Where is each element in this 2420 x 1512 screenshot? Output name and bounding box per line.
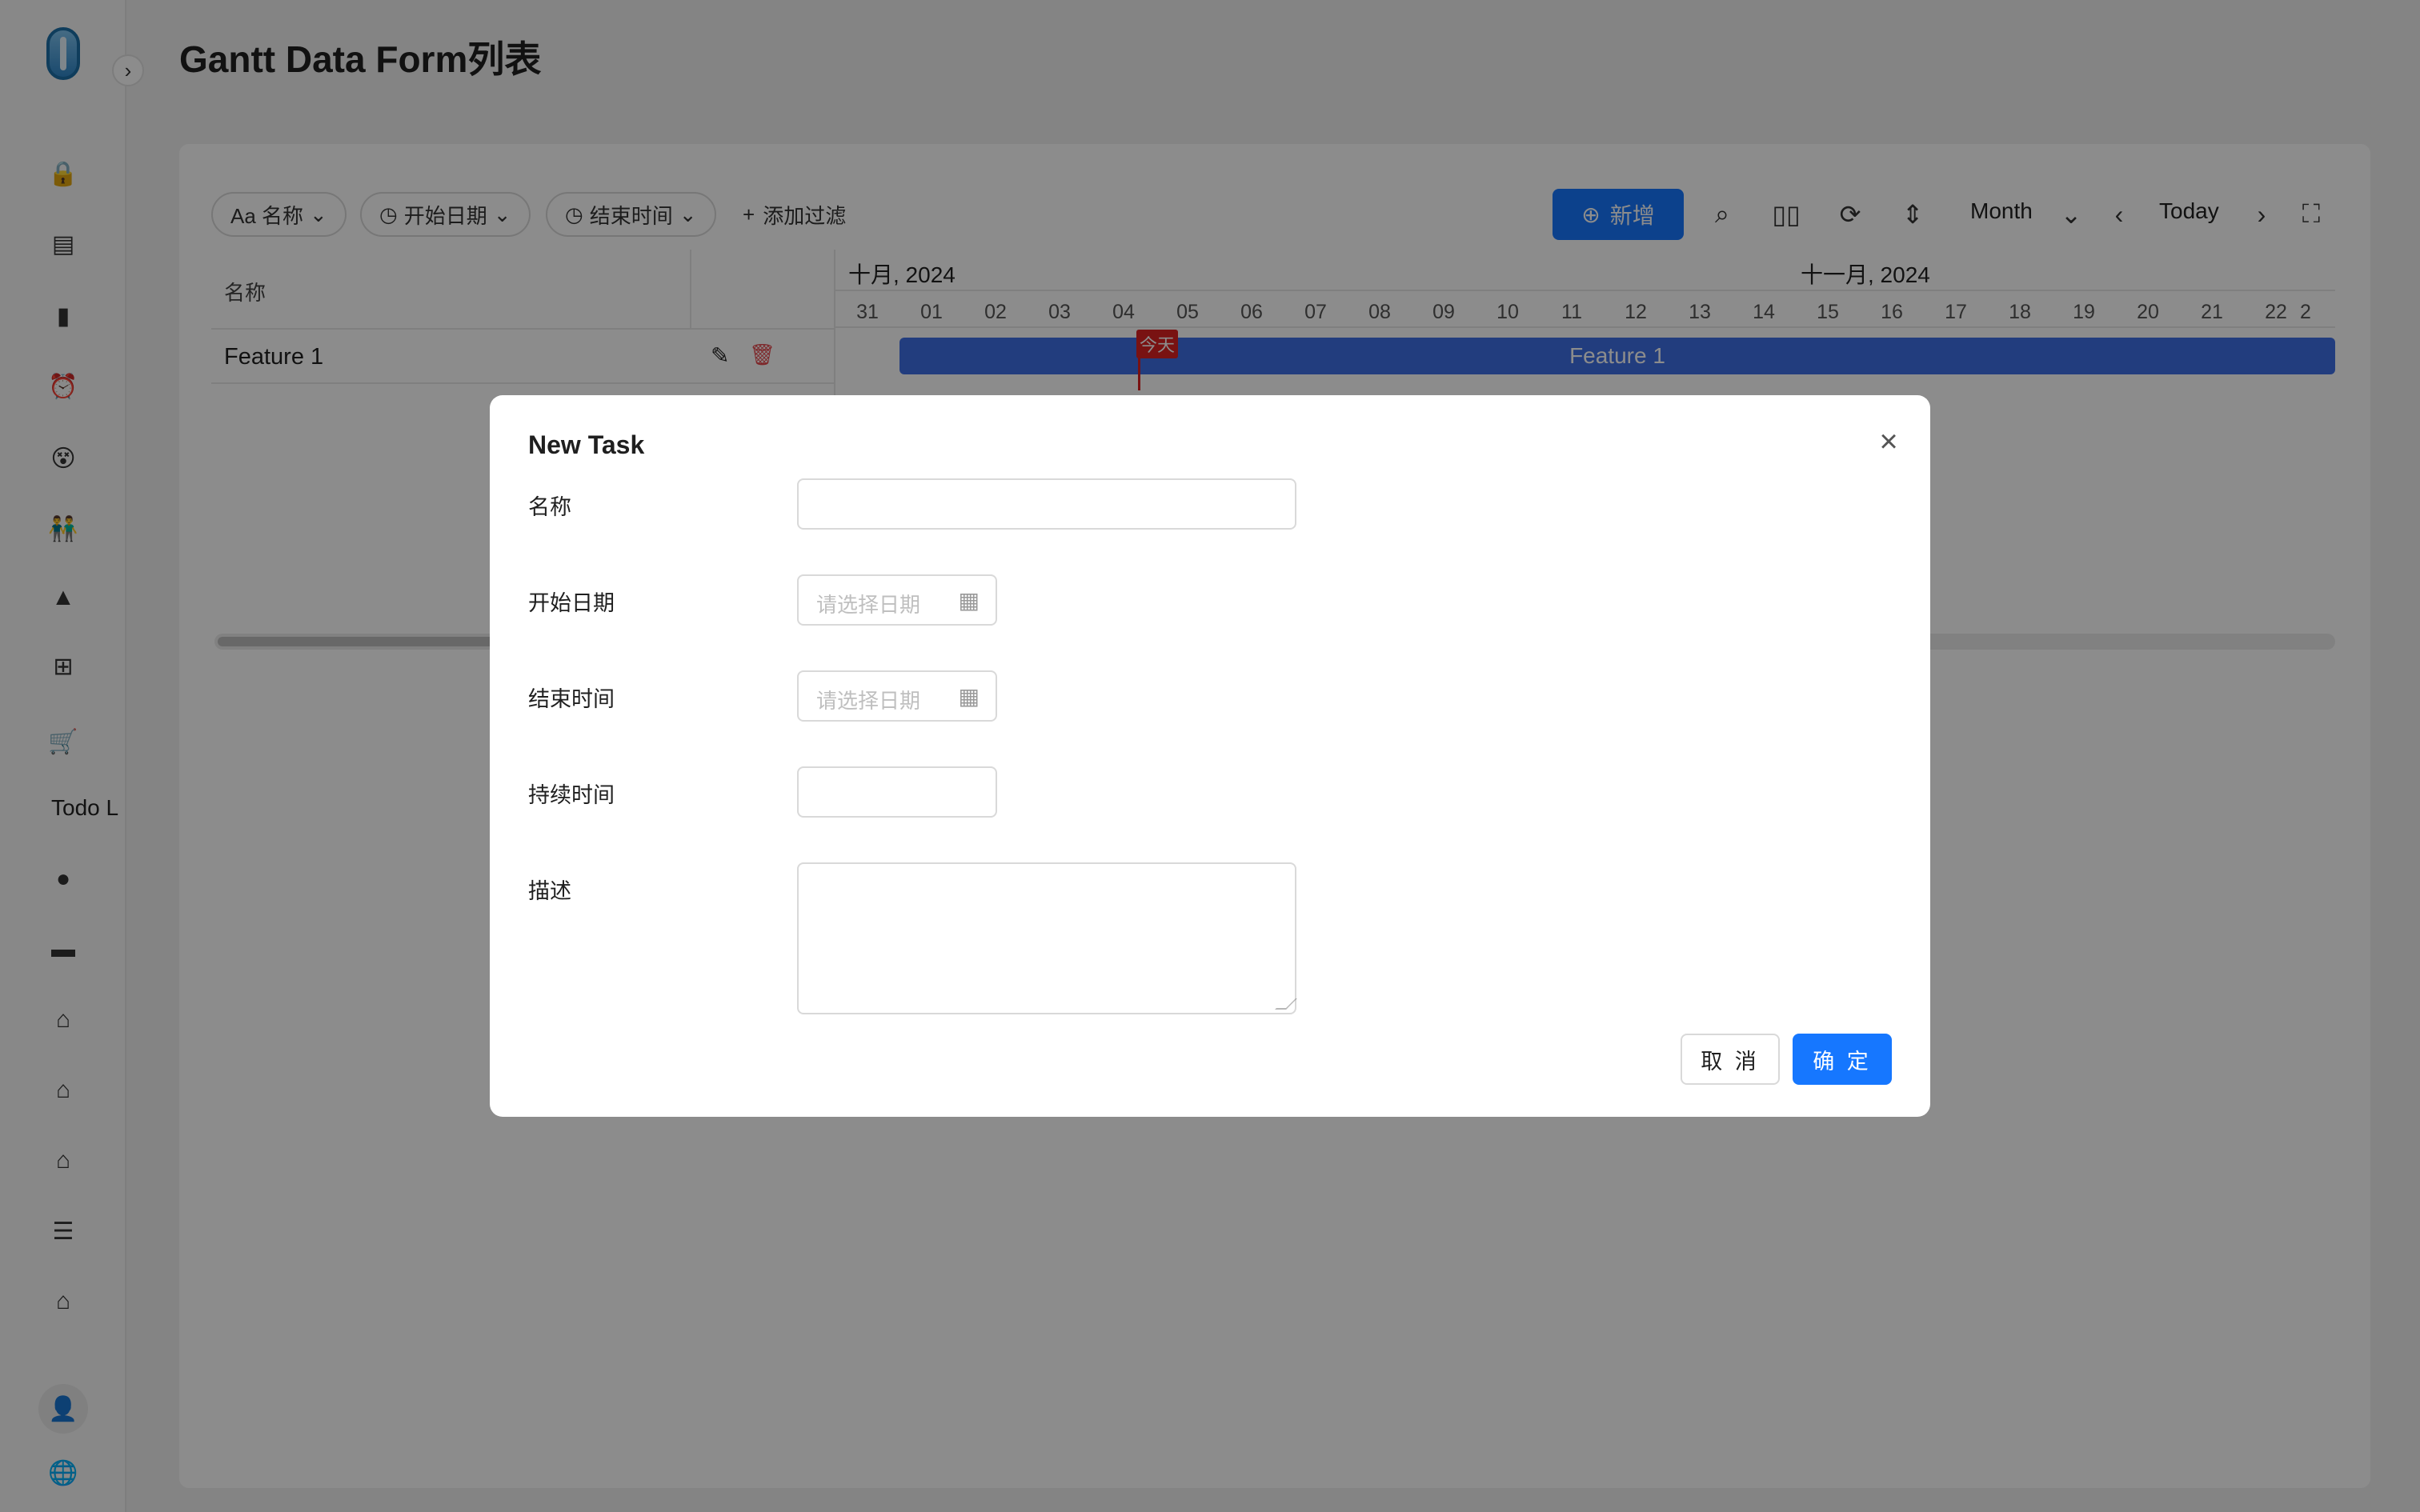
duration-input[interactable] <box>797 766 997 818</box>
new-task-modal: New Task × 名称 开始日期 请选择日期 ▦ 结束时间 请选择日期 ▦ … <box>490 395 1930 1117</box>
description-textarea[interactable] <box>797 862 1296 1014</box>
cancel-button[interactable]: 取 消 <box>1681 1034 1780 1085</box>
name-label: 名称 <box>528 495 571 519</box>
close-icon[interactable]: × <box>1871 424 1906 459</box>
ok-button[interactable]: 确 定 <box>1793 1034 1892 1085</box>
modal-title: New Task <box>528 430 645 459</box>
start-date-label: 开始日期 <box>528 591 615 615</box>
duration-label: 持续时间 <box>528 783 615 807</box>
start-date-picker[interactable]: 请选择日期 ▦ <box>797 574 997 626</box>
description-label: 描述 <box>528 879 571 903</box>
calendar-icon: ▦ <box>958 684 980 709</box>
name-input[interactable] <box>797 478 1296 530</box>
end-time-picker[interactable]: 请选择日期 ▦ <box>797 670 997 722</box>
calendar-icon: ▦ <box>958 588 980 613</box>
end-time-placeholder: 请选择日期 <box>816 689 921 713</box>
end-time-label: 结束时间 <box>528 687 615 711</box>
start-date-placeholder: 请选择日期 <box>816 593 921 617</box>
